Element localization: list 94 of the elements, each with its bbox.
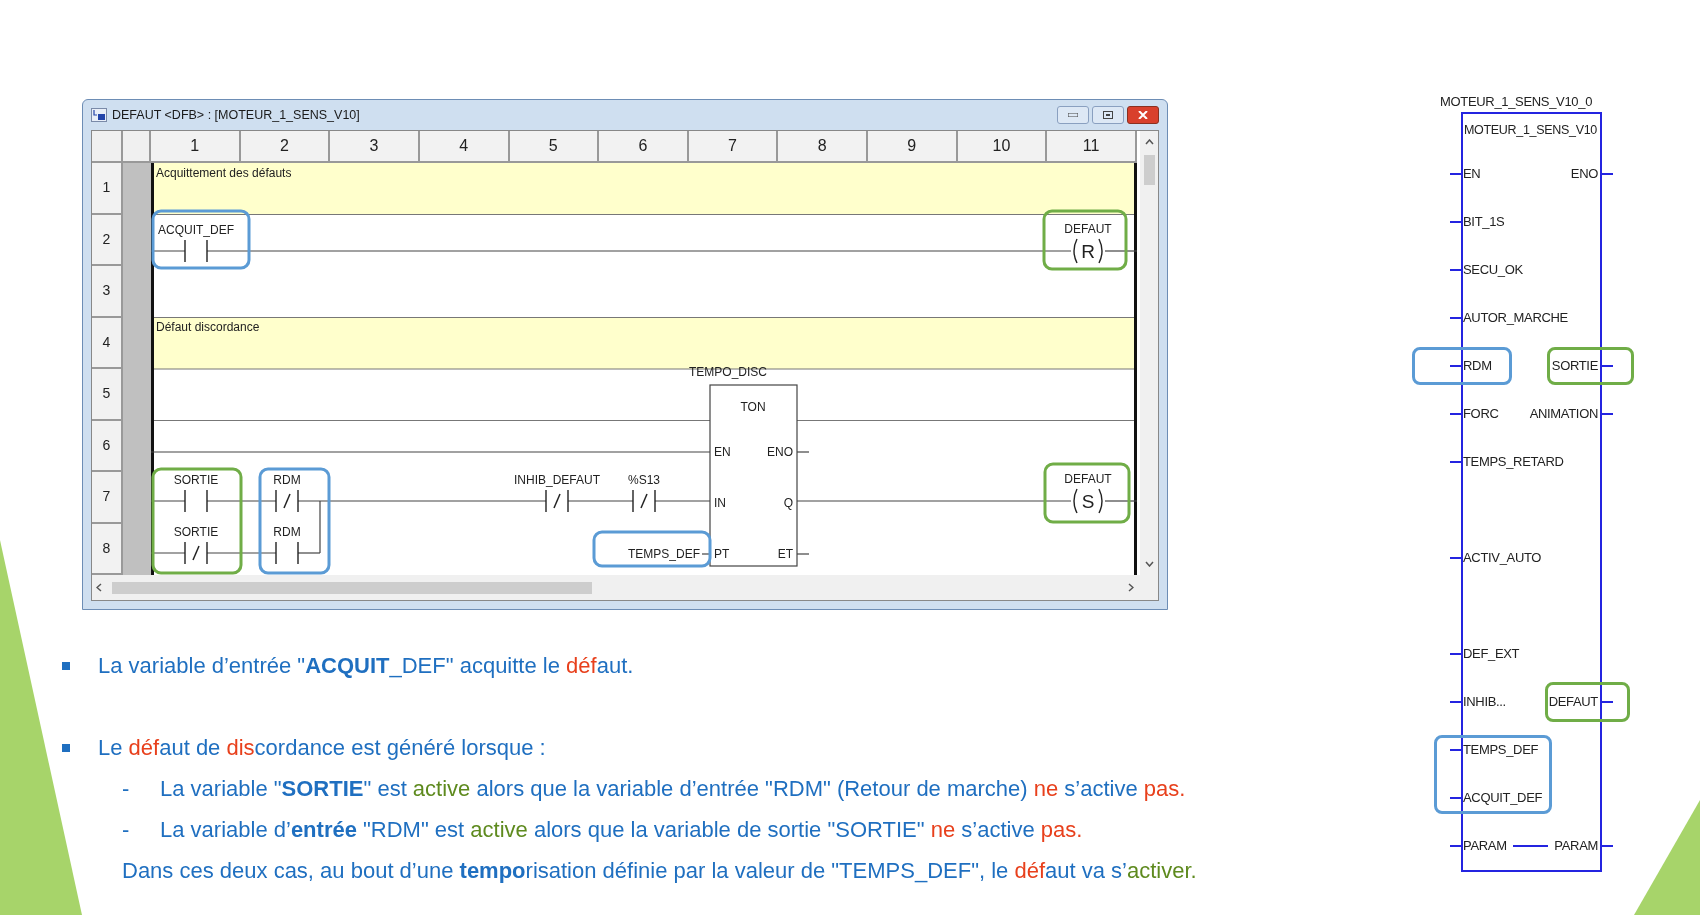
row-header: 3 [92,266,123,318]
row-header: 7 [92,472,123,524]
chevron-left-icon [96,583,102,592]
column-header: 6 [599,131,689,163]
column-header: 3 [330,131,420,163]
contact-symbol [275,489,299,513]
row-header: 1 [92,163,123,215]
dash-marker: - [122,775,131,803]
chevron-right-icon [1128,583,1134,592]
block-type: TON [740,400,766,414]
chevron-down-icon [1144,561,1154,567]
pin-label: PARAM [1554,836,1599,855]
coil-letter: R [1081,241,1095,262]
column-header: 10 [957,131,1048,163]
contact-symbol [632,489,656,513]
pin-label: RDM [1463,356,1492,375]
pin-label: ENO [1570,164,1599,183]
restore-icon [1103,111,1113,119]
comment-text: Défaut discordance [156,320,260,334]
note-text: La variable d’entrée "RDM" est active alors que la variable de sortie "SORTIE" ne s’active pas. [160,816,1083,844]
coil-symbol [1073,488,1103,514]
column-header: 2 [240,131,331,163]
contact-symbol [545,489,569,513]
pin-label: ET [777,547,793,561]
contact-label: SORTIE [173,525,219,539]
pin-label: DEF_EXT [1463,644,1520,663]
scrollbar-thumb[interactable] [1143,155,1155,185]
header-corner [92,131,123,163]
contact-label: RDM [273,473,301,487]
pin-label: AUTOR_MARCHE [1463,308,1568,327]
block-type: MOTEUR_1_SENS_V10 [1463,121,1598,139]
contact-symbol [184,541,208,565]
window-title: DEFAUT <DFB> : [MOTEUR_1_SENS_V10] [112,106,360,124]
pin-label: ACTIV_AUTO [1463,548,1542,567]
scrollbar-thumb[interactable] [112,581,592,594]
contact-label: RDM [273,525,301,539]
pin-label: PT [714,547,730,561]
column-header: 7 [688,131,779,163]
chevron-up-icon [1144,139,1154,145]
row-header: 5 [92,369,123,421]
row-header: 8 [92,523,123,575]
note-text: Le défaut de discordance est généré lorsque : [98,734,546,762]
comment-text: Acquittement des défauts [156,166,292,180]
pin-label: ACQUIT_DEF [1463,788,1543,807]
pin-label: EN [1463,164,1481,183]
column-header: 9 [868,131,958,163]
block-instance-name: MOTEUR_1_SENS_V10_0 [1440,93,1594,111]
minimize-icon [1068,113,1078,117]
close-icon [1138,111,1148,119]
pin-label: FORC [1463,404,1499,423]
row-header: 2 [92,214,123,266]
contact-label: INHIB_DEFAUT [514,473,600,487]
pin-label: TEMPS_RETARD [1463,452,1564,471]
pin-label: BIT_1S [1463,212,1505,231]
column-header: 8 [778,131,868,163]
pin-label: ENO [767,445,793,459]
pin-label: SECU_OK [1463,260,1523,279]
bullet-icon [62,661,70,670]
coil-symbol [1073,238,1103,264]
pin-label: TEMPS_DEF [1463,740,1539,759]
column-header: 5 [509,131,600,163]
column-header: 1 [151,131,241,163]
pin-label: INHIB... [1463,692,1506,711]
dash-marker: - [122,816,131,844]
block-instance-name: TEMPO_DISC [689,365,767,379]
pin-label: PARAM [1463,836,1507,855]
coil-letter: S [1081,491,1095,512]
coil-label: DEFAUT [1064,222,1112,236]
contact-label: SORTIE [173,473,219,487]
column-header: 11 [1047,131,1137,163]
note-text: Dans ces deux cas, au bout d’une temporisation définie par la valeur de "TEMPS_DEF", le défaut va s’activer. [122,857,1197,885]
close-button[interactable] [1127,106,1159,124]
maximize-button[interactable] [1092,106,1124,124]
bullet-icon [62,743,70,752]
coil-label: DEFAUT [1064,472,1112,486]
row-header: 6 [92,420,123,472]
pin-label: SORTIE [1551,356,1599,375]
pin-label: IN [714,496,726,510]
pin-label: ANIMATION [1529,404,1599,423]
pin-label: EN [714,445,731,459]
note-text: La variable "SORTIE" est active alors que la variable d’entrée "RDM" (Retour de marche) ne s’active pas. [160,775,1186,803]
row-header: 4 [92,317,123,369]
header-corner [123,131,151,163]
contact-symbol [184,239,208,263]
variable-label: TEMPS_DEF [628,547,700,561]
pin-label: DEFAUT [1548,692,1599,711]
contact-symbol [275,541,299,565]
note-text: La variable d’entrée "ACQUIT_DEF" acquitte le défaut. [98,652,634,680]
app-icon [91,108,107,122]
contact-label: %S13 [628,473,660,487]
column-header: 4 [419,131,510,163]
contact-symbol [184,489,208,513]
contact-label: ACQUIT_DEF [158,223,234,237]
pin-label: Q [783,496,793,510]
